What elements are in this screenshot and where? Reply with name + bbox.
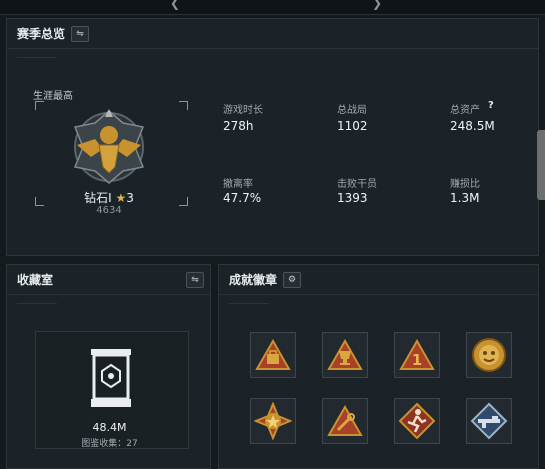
frame-corner xyxy=(35,101,44,110)
divider xyxy=(229,303,269,304)
frame-corner xyxy=(179,101,188,110)
rank-name-row: 钻石I ★3 xyxy=(27,189,191,206)
extraction-rate-label: 撤离率 xyxy=(223,179,253,190)
runner-diamond-icon xyxy=(398,402,436,440)
collection-value: 48.4M xyxy=(92,421,127,434)
rank-score: 4634 xyxy=(96,205,122,216)
top-bar: ❮ ❯ xyxy=(0,0,545,15)
rank-level: 3 xyxy=(126,191,134,205)
total-matches-label: 总战局 xyxy=(337,105,367,116)
achievements-header: 成就徽章 ⚙ xyxy=(219,265,538,295)
achievement-badge-tool[interactable] xyxy=(322,398,368,444)
achievements-title: 成就徽章 xyxy=(229,273,278,287)
profit-loss-label: 赚损比 xyxy=(450,179,480,190)
season-overview-panel: 赛季总览 ⇋ 生涯最高 钻石I ★3 4634 游戏时长 278h 总战局 11… xyxy=(6,18,539,256)
collection-header: 收藏室 ⇋ xyxy=(7,265,210,295)
achievement-badge-bag[interactable] xyxy=(250,332,296,378)
collection-title: 收藏室 xyxy=(17,273,54,287)
divider xyxy=(17,57,57,58)
side-tab-handle[interactable] xyxy=(537,130,545,200)
rifle-diamond-icon xyxy=(470,402,508,440)
divider xyxy=(17,303,57,304)
gold-tiger-emblem-icon xyxy=(472,338,506,372)
switch-icon[interactable]: ⇋ xyxy=(71,25,90,42)
rank-caption: 生涯最高 xyxy=(33,91,73,102)
collection-panel[interactable]: 收藏室 ⇋ 48.4M 图鉴收集：27 xyxy=(6,264,211,469)
rank-block[interactable]: 生涯最高 钻石I ★3 4634 xyxy=(27,85,188,225)
achievement-badge-trophy[interactable] xyxy=(322,332,368,378)
rank-star-icon: ★ xyxy=(115,191,127,205)
extraction-rate-value: 47.7% xyxy=(223,191,262,205)
achievement-badge-tiger[interactable] xyxy=(466,332,512,378)
next-arrow-icon[interactable]: ❯ xyxy=(372,0,382,10)
play-time-label: 游戏时长 xyxy=(223,105,263,116)
switch-icon[interactable]: ⇋ xyxy=(186,271,204,288)
operators-defeated-value: 1393 xyxy=(337,191,368,205)
season-overview-header: 赛季总览 ⇋ xyxy=(7,19,538,49)
achievement-badge-first[interactable]: 1 xyxy=(394,332,440,378)
settings-icon[interactable]: ⚙ xyxy=(283,271,302,288)
catalog-row: 图鉴收集：27 xyxy=(7,436,212,449)
season-overview-title: 赛季总览 xyxy=(17,27,66,41)
catalog-label: 图鉴收集： xyxy=(81,439,127,449)
svg-text:1: 1 xyxy=(412,351,422,369)
assets-help-icon[interactable]: ? xyxy=(488,100,494,111)
achievement-badge-star[interactable] xyxy=(250,398,296,444)
total-matches-value: 1102 xyxy=(337,119,368,133)
catalog-count: 27 xyxy=(126,439,138,449)
number-one-triangle-icon: 1 xyxy=(399,339,435,370)
total-assets-label: 总资产 xyxy=(450,105,480,116)
profit-loss-value: 1.3M xyxy=(450,191,480,205)
play-time-value: 278h xyxy=(223,119,254,133)
total-assets-value: 248.5M xyxy=(450,119,495,133)
achievement-badge-rifle[interactable] xyxy=(466,398,512,444)
trophy-triangle-icon xyxy=(327,339,363,370)
achievements-panel: 成就徽章 ⚙ 1 xyxy=(218,264,539,469)
bag-triangle-icon xyxy=(255,339,291,370)
rank-name: 钻石I xyxy=(84,191,112,205)
operators-defeated-label: 击败干员 xyxy=(337,179,377,190)
prev-arrow-icon[interactable]: ❮ xyxy=(170,0,180,10)
display-cabinet-icon xyxy=(91,349,131,407)
star-cross-emblem-icon xyxy=(254,402,292,440)
tool-triangle-icon xyxy=(327,405,363,436)
diamond-rank-emblem-icon xyxy=(73,109,145,184)
achievement-badge-runner[interactable] xyxy=(394,398,440,444)
